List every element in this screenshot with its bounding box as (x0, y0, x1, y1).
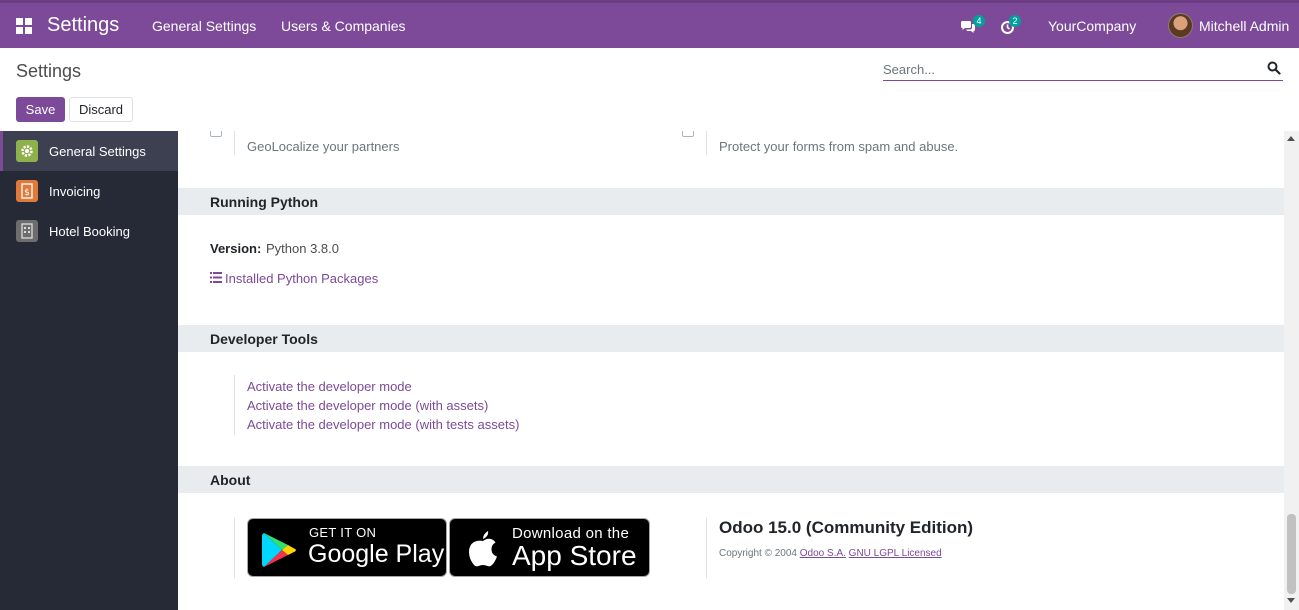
top-navbar: Settings General Settings Users & Compan… (0, 0, 1299, 48)
scroll-thumb[interactable] (1287, 514, 1296, 594)
company-switcher[interactable]: YourCompany (1048, 18, 1136, 34)
recaptcha-description: Protect your forms from spam and abuse. (719, 139, 959, 154)
app-store-big-text: App Store (512, 540, 637, 571)
app-store-badge[interactable]: Download on the App Store (449, 518, 650, 577)
menu-users-companies[interactable]: Users & Companies (281, 18, 406, 34)
google-play-badge[interactable]: GET IT ON Google Play (247, 518, 447, 577)
settings-sidebar: General Settings $ Invoicing Hotel Booki… (0, 131, 178, 610)
app-title[interactable]: Settings (47, 14, 119, 37)
sidebar-item-invoicing[interactable]: $ Invoicing (0, 171, 178, 211)
settings-content: GeoLocalize your partners Protect your f… (178, 131, 1284, 610)
apple-icon (469, 531, 497, 567)
setting-divider (706, 518, 707, 578)
sidebar-item-label: General Settings (49, 144, 146, 159)
user-menu[interactable]: Mitchell Admin (1199, 18, 1289, 34)
developer-tools-header: Developer Tools (178, 325, 1284, 352)
google-play-big-text: Google Play (308, 540, 445, 568)
setting-divider (234, 131, 235, 155)
activate-developer-mode-tests-link[interactable]: Activate the developer mode (with tests … (247, 417, 519, 432)
version-label: Version: (210, 241, 262, 256)
recaptcha-checkbox[interactable] (682, 131, 694, 137)
setting-divider (706, 131, 707, 155)
setting-divider (234, 375, 235, 435)
copyright-line: Copyright © 2004 Odoo S.A. GNU LGPL Lice… (719, 548, 942, 559)
discard-button[interactable]: Discard (69, 97, 133, 122)
messages-count-badge: 4 (973, 15, 985, 27)
section-title: About (210, 472, 251, 488)
odoo-edition: Odoo 15.0 (Community Edition) (719, 518, 974, 537)
google-play-small-text: GET IT ON (309, 525, 377, 540)
page-title: Settings (16, 61, 82, 81)
save-button[interactable]: Save (16, 97, 65, 122)
hotel-icon (16, 220, 38, 242)
about-header: About (178, 466, 1284, 493)
section-title: Developer Tools (210, 331, 318, 347)
copyright-text: Copyright © 2004 (719, 548, 797, 559)
svg-text:$: $ (24, 188, 30, 198)
apps-menu-icon[interactable] (16, 18, 32, 34)
google-play-icon (262, 533, 296, 567)
setting-divider (234, 518, 235, 578)
geolocalize-checkbox[interactable] (210, 131, 222, 137)
invoice-icon: $ (16, 180, 38, 202)
menu-general-settings[interactable]: General Settings (152, 18, 256, 34)
running-python-header: Running Python (178, 188, 1284, 215)
list-icon (210, 272, 222, 283)
sidebar-item-hotel-booking[interactable]: Hotel Booking (0, 211, 178, 251)
search-input[interactable] (883, 58, 1253, 80)
messages-button[interactable]: 4 (960, 15, 985, 37)
installed-python-packages-link[interactable]: Installed Python Packages (225, 271, 378, 286)
scroll-up-arrow[interactable] (1287, 136, 1295, 141)
activities-count-badge: 2 (1009, 15, 1021, 27)
license-link[interactable]: GNU LGPL Licensed (849, 548, 942, 559)
odoo-sa-link[interactable]: Odoo S.A. (800, 548, 846, 559)
search-icon[interactable] (1267, 61, 1281, 75)
sidebar-item-general-settings[interactable]: General Settings (0, 131, 178, 171)
sidebar-item-label: Hotel Booking (49, 224, 130, 239)
gear-icon (16, 140, 38, 162)
search-bar (883, 58, 1283, 81)
activate-developer-mode-link[interactable]: Activate the developer mode (247, 379, 412, 394)
user-avatar[interactable] (1168, 13, 1193, 38)
scroll-down-arrow[interactable] (1287, 598, 1295, 603)
activate-developer-mode-assets-link[interactable]: Activate the developer mode (with assets… (247, 398, 488, 413)
section-title: Running Python (210, 194, 319, 210)
vertical-scrollbar[interactable] (1284, 131, 1299, 610)
activities-button[interactable]: 2 (1000, 15, 1021, 37)
sidebar-item-label: Invoicing (49, 184, 101, 199)
version-value: Python 3.8.0 (266, 241, 339, 256)
geolocalize-description: GeoLocalize your partners (247, 139, 400, 154)
